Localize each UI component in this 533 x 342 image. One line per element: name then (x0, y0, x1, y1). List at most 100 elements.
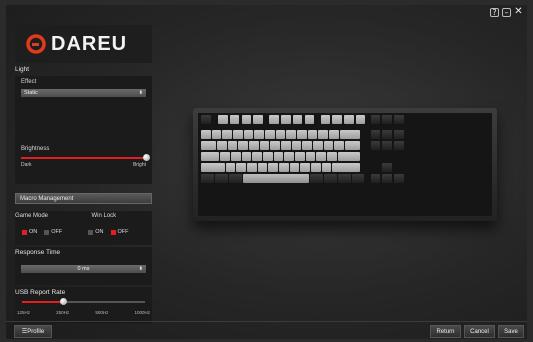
keyboard-key[interactable] (305, 152, 316, 161)
keyboard-key[interactable] (323, 174, 337, 183)
keyboard-key[interactable] (337, 174, 351, 183)
keyboard-key[interactable] (309, 174, 323, 183)
keyboard-key[interactable] (222, 130, 233, 139)
save-button[interactable]: Save (498, 325, 524, 338)
keyboard-key[interactable] (313, 141, 323, 150)
keyboard-key[interactable] (370, 174, 381, 183)
keyboard-key[interactable] (253, 115, 263, 124)
brightness-slider-handle[interactable] (143, 154, 150, 161)
keyboard-key[interactable] (370, 141, 381, 150)
keyboard-key[interactable] (382, 141, 393, 150)
win-lock-on[interactable]: ON (88, 229, 104, 235)
keyboard-key[interactable] (242, 174, 310, 183)
keyboard-key[interactable] (229, 115, 240, 124)
cancel-button[interactable]: Cancel (464, 325, 495, 338)
effect-select[interactable]: Static ⬍ (21, 89, 146, 97)
keyboard-key[interactable] (355, 115, 366, 124)
keyboard-key[interactable] (254, 130, 265, 139)
keyboard-key[interactable] (246, 163, 257, 172)
game-mode-off[interactable]: OFF (44, 229, 62, 235)
keyboard-key[interactable] (345, 141, 361, 150)
keyboard-key[interactable] (257, 163, 268, 172)
keyboard-key[interactable] (265, 130, 275, 139)
keyboard-key[interactable] (294, 152, 305, 161)
keyboard-key[interactable] (241, 115, 252, 124)
keyboard-key[interactable] (278, 163, 289, 172)
keyboard-key[interactable] (201, 141, 217, 150)
keyboard-key[interactable] (201, 115, 211, 124)
keyboard-key[interactable] (394, 174, 404, 183)
keyboard-key[interactable] (289, 163, 300, 172)
keyboard-key[interactable] (344, 115, 354, 124)
keyboard-key[interactable] (252, 152, 262, 161)
keyboard-key[interactable] (316, 152, 326, 161)
keyboard-key[interactable] (326, 152, 337, 161)
keyboard-key[interactable] (243, 130, 254, 139)
keyboard-key[interactable] (259, 141, 270, 150)
keyboard-key[interactable] (286, 130, 297, 139)
keyboard-key[interactable] (269, 115, 279, 124)
keyboard-key[interactable] (270, 141, 281, 150)
keyboard-key[interactable] (370, 130, 381, 139)
keyboard-key[interactable] (201, 163, 225, 172)
return-button[interactable]: Return (430, 325, 461, 338)
keyboard-key[interactable] (241, 152, 252, 161)
keyboard-key[interactable] (218, 115, 228, 124)
brightness-slider[interactable] (21, 154, 150, 161)
keyboard-key[interactable] (236, 163, 246, 172)
keyboard-key[interactable] (249, 141, 259, 150)
usb-rate-slider[interactable] (22, 298, 145, 305)
help-icon[interactable]: ? (490, 8, 499, 17)
keyboard-key[interactable] (262, 152, 273, 161)
game-mode-on[interactable]: ON (22, 229, 37, 235)
keyboard-key[interactable] (382, 174, 393, 183)
keyboard-key[interactable] (334, 141, 345, 150)
keyboard-key[interactable] (291, 141, 302, 150)
keyboard-key[interactable] (233, 130, 243, 139)
keyboard-key[interactable] (320, 115, 331, 124)
minimize-icon[interactable]: – (502, 8, 511, 17)
keyboard-key[interactable] (201, 174, 214, 183)
keyboard-key[interactable] (394, 115, 404, 124)
keyboard-key[interactable] (332, 115, 342, 124)
keyboard-key[interactable] (238, 141, 249, 150)
keyboard-key[interactable] (300, 163, 310, 172)
keyboard-key[interactable] (227, 141, 238, 150)
usb-rate-slider-handle[interactable] (60, 298, 67, 305)
keyboard-key[interactable] (382, 163, 393, 172)
keyboard-key[interactable] (201, 152, 220, 161)
macro-management-button[interactable]: Macro Management (15, 193, 152, 204)
keyboard-key[interactable] (225, 163, 236, 172)
keyboard-key[interactable] (337, 152, 361, 161)
keyboard-key[interactable] (318, 130, 329, 139)
keyboard-key[interactable] (370, 115, 381, 124)
keyboard-key[interactable] (292, 115, 303, 124)
close-icon[interactable]: ✕ (514, 7, 523, 17)
keyboard-key[interactable] (307, 130, 318, 139)
response-time-select[interactable]: 0 ms ⬍ (21, 265, 146, 273)
keyboard-key[interactable] (382, 115, 393, 124)
keyboard-key[interactable] (228, 174, 242, 183)
keyboard-key[interactable] (281, 141, 291, 150)
keyboard-key[interactable] (268, 163, 278, 172)
keyboard-key[interactable] (211, 130, 222, 139)
keyboard-key[interactable] (321, 163, 332, 172)
keyboard-key[interactable] (382, 130, 393, 139)
keyboard-key[interactable] (394, 130, 404, 139)
keyboard-key[interactable] (281, 115, 291, 124)
keyboard-key[interactable] (284, 152, 294, 161)
keyboard-key[interactable] (329, 130, 339, 139)
keyboard-key[interactable] (275, 130, 286, 139)
win-lock-off[interactable]: OFF (110, 229, 129, 235)
keyboard-key[interactable] (302, 141, 313, 150)
keyboard-key[interactable] (217, 141, 227, 150)
keyboard-key[interactable] (339, 130, 361, 139)
keyboard-key[interactable] (230, 152, 241, 161)
keyboard-key[interactable] (273, 152, 284, 161)
keyboard-key[interactable] (310, 163, 321, 172)
keyboard-key[interactable] (304, 115, 315, 124)
keyboard-key[interactable] (220, 152, 230, 161)
keyboard-key[interactable] (214, 174, 228, 183)
keyboard-key[interactable] (332, 163, 361, 172)
keyboard-key[interactable] (351, 174, 365, 183)
